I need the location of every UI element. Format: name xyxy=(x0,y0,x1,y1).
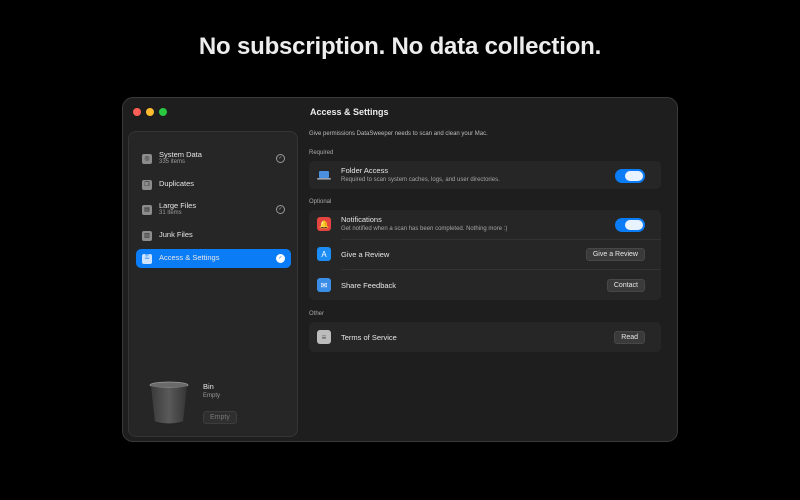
duplicates-icon: ❐ xyxy=(142,179,152,190)
contact-button[interactable]: Contact xyxy=(606,279,645,292)
terms-title: Terms of Service xyxy=(341,333,397,342)
notifications-description: Get notified when a scan has been comple… xyxy=(341,226,508,232)
large-files-icon: ▤ xyxy=(142,204,152,215)
notifications-toggle[interactable] xyxy=(615,218,645,232)
folder-access-title: Folder Access xyxy=(341,166,389,175)
junk-icon: ▥ xyxy=(142,230,152,241)
lock-icon: ⚿ xyxy=(142,253,152,264)
required-group: Folder Access Required to scan system ca… xyxy=(309,161,661,189)
sidebar-item-label: Duplicates xyxy=(159,179,195,189)
minimize-button[interactable] xyxy=(146,108,154,116)
headline: No subscription. No data collection. xyxy=(198,33,602,60)
laptop-icon xyxy=(317,168,331,182)
sidebar-item-large-files[interactable]: ▤ Large Files 31 items ✓ xyxy=(136,200,291,219)
sidebar: ◎ System Data 335 items ✓ ❐ Duplicates ▤… xyxy=(128,131,298,437)
trash-icon xyxy=(149,381,189,425)
app-window: Access & Settings ◎ System Data 335 item… xyxy=(122,97,678,442)
sidebar-item-system-data[interactable]: ◎ System Data 335 items ✓ xyxy=(136,149,291,168)
feedback-title: Share Feedback xyxy=(341,281,397,290)
other-group: ≡ Terms of Service Read xyxy=(309,322,661,352)
folder-access-description: Required to scan system caches, logs, an… xyxy=(341,177,500,183)
close-button[interactable] xyxy=(133,108,141,116)
optional-group: 🔔 Notifications Get notified when a scan… xyxy=(309,210,661,300)
terms-row: ≡ Terms of Service Read xyxy=(309,323,661,351)
feedback-row: ✉ Share Feedback Contact xyxy=(309,271,661,299)
app-store-icon: A xyxy=(317,247,331,261)
checkmark-icon: ✓ xyxy=(276,154,285,163)
sidebar-item-label: Large Files xyxy=(159,201,197,211)
checkmark-icon: ✓ xyxy=(276,254,285,263)
sidebar-item-label: Access & Settings xyxy=(159,253,220,263)
review-row: A Give a Review Give a Review xyxy=(309,240,661,268)
window-controls xyxy=(133,108,167,116)
bin-title: Bin xyxy=(203,382,214,391)
checkmark-icon: ✓ xyxy=(276,205,285,214)
document-icon: ≡ xyxy=(317,330,331,344)
sidebar-item-label: Junk Files xyxy=(159,230,193,240)
sidebar-item-count: 335 items xyxy=(159,159,186,166)
folder-access-toggle[interactable] xyxy=(615,169,645,183)
sidebar-item-label: System Data xyxy=(159,150,202,160)
mail-icon: ✉ xyxy=(317,278,331,292)
folder-access-row: Folder Access Required to scan system ca… xyxy=(309,161,661,189)
sidebar-item-access-settings[interactable]: ⚿ Access & Settings ✓ xyxy=(136,249,291,268)
bin-status: Empty xyxy=(203,393,221,399)
review-title: Give a Review xyxy=(341,250,390,259)
window-title: Access & Settings xyxy=(310,107,389,117)
sidebar-item-junk-files[interactable]: ▥ Junk Files xyxy=(136,226,291,245)
read-terms-button[interactable]: Read xyxy=(614,331,645,344)
zoom-button[interactable] xyxy=(159,108,167,116)
settings-panel: Give permissions DataSweeper needs to sc… xyxy=(305,128,673,438)
bell-icon: 🔔 xyxy=(317,217,331,231)
section-label-other: Other xyxy=(309,311,325,317)
panel-description: Give permissions DataSweeper needs to sc… xyxy=(309,131,488,137)
section-label-optional: Optional xyxy=(309,199,332,205)
notifications-row: 🔔 Notifications Get notified when a scan… xyxy=(309,210,661,238)
disk-icon: ◎ xyxy=(142,153,152,164)
divider xyxy=(341,269,661,270)
sidebar-item-count: 31 items xyxy=(159,210,182,217)
notifications-title: Notifications xyxy=(341,215,382,224)
give-review-button[interactable]: Give a Review xyxy=(585,248,645,261)
section-label-required: Required xyxy=(309,150,334,156)
sidebar-item-duplicates[interactable]: ❐ Duplicates xyxy=(136,175,291,194)
empty-bin-button[interactable]: Empty xyxy=(203,411,237,424)
